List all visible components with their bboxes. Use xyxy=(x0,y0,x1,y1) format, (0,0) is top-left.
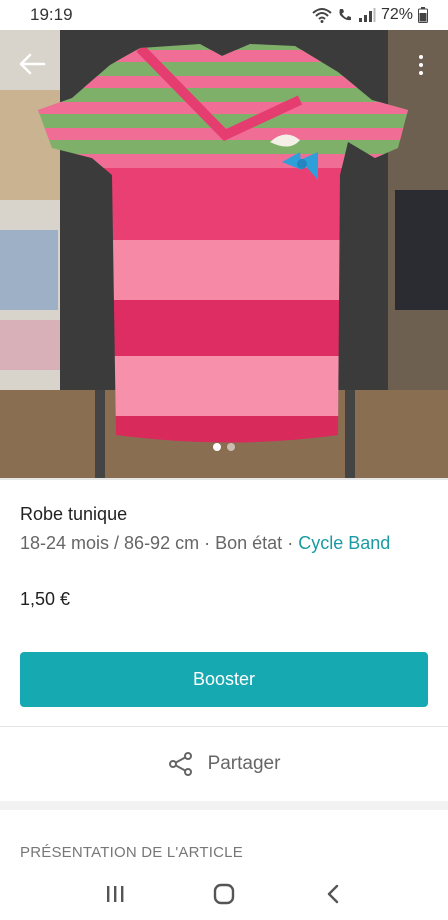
wifi-icon xyxy=(312,8,332,23)
pagination-dot-active[interactable] xyxy=(213,443,221,451)
pagination-dot[interactable] xyxy=(227,443,235,451)
system-nav-bar xyxy=(0,868,448,920)
home-button[interactable] xyxy=(204,874,244,914)
status-time: 19:19 xyxy=(30,5,73,24)
item-subtitle: 18-24 mois / 86-92 cm · Bon état · Cycle… xyxy=(20,530,420,557)
status-icons: 72% xyxy=(312,6,428,24)
status-bar: 19:19 72% xyxy=(0,0,448,30)
call-icon xyxy=(339,9,351,21)
item-title: Robe tunique xyxy=(20,504,128,524)
photo-pagination xyxy=(0,443,448,451)
dress-photo xyxy=(0,30,448,478)
share-icon xyxy=(168,752,192,776)
product-photo[interactable] xyxy=(0,30,448,478)
battery-icon xyxy=(418,7,428,23)
separator: · xyxy=(204,533,211,553)
battery-percent: 72% xyxy=(380,6,413,23)
item-price: 1,50 € xyxy=(20,589,71,609)
item-brand-link[interactable]: Cycle Band xyxy=(298,533,390,553)
separator: · xyxy=(287,533,294,553)
share-button[interactable]: Partager xyxy=(0,726,448,801)
item-details: Robe tunique 18-24 mois / 86-92 cm · Bon… xyxy=(0,478,448,726)
item-size: 18-24 mois / 86-92 cm xyxy=(20,533,200,553)
recent-apps-button[interactable] xyxy=(95,874,135,914)
signal-icon xyxy=(358,8,376,22)
back-chevron-icon xyxy=(328,884,339,904)
back-arrow-icon[interactable] xyxy=(16,48,48,80)
more-options-icon[interactable] xyxy=(410,52,432,78)
booster-button[interactable]: Booster xyxy=(20,652,428,707)
home-icon xyxy=(213,883,235,905)
section-title: PRÉSENTATION DE L'ARTICLE xyxy=(20,844,243,861)
share-label: Partager xyxy=(207,753,281,774)
back-button[interactable] xyxy=(313,874,353,914)
recent-apps-icon xyxy=(106,886,124,902)
item-condition: Bon état xyxy=(215,533,283,553)
